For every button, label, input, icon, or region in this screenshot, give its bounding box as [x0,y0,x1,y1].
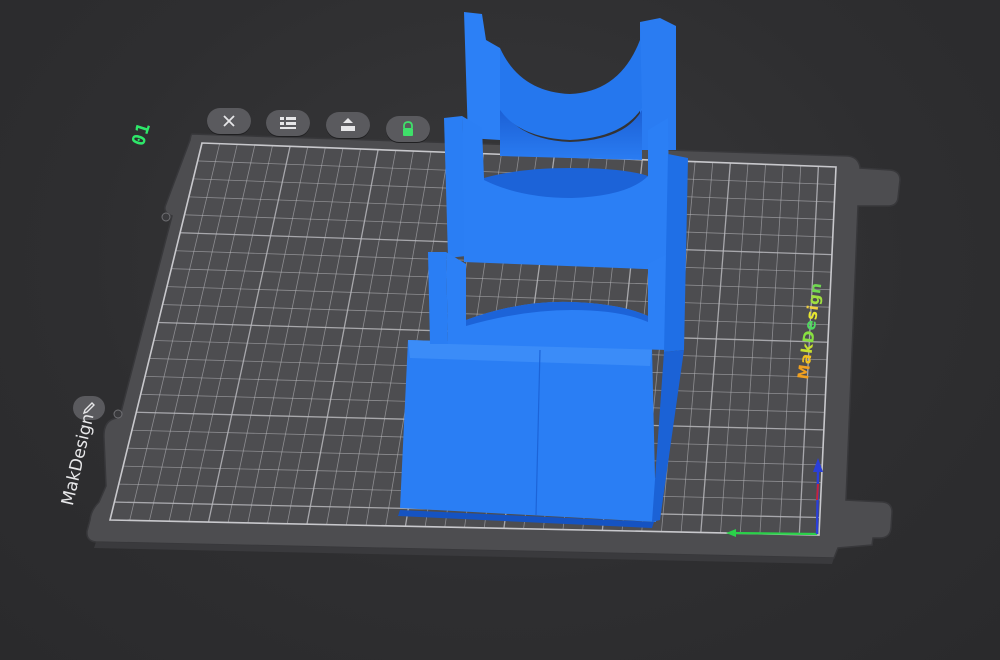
plate-hole-left-bottom [113,409,123,419]
close-icon [223,115,235,127]
build-plate-scene[interactable] [0,0,1000,660]
plate-hole-left-top [161,212,171,222]
arrange-plate-button[interactable] [266,110,310,136]
lock-icon [403,121,413,136]
lock-plate-button[interactable] [386,116,430,142]
auto-orient-icon [341,118,355,131]
arrange-icon [280,117,296,129]
auto-orient-button[interactable] [326,112,370,138]
3d-viewport[interactable]: 01 MakDesign MakDesign [0,0,1000,660]
remove-plate-button[interactable] [207,108,251,134]
